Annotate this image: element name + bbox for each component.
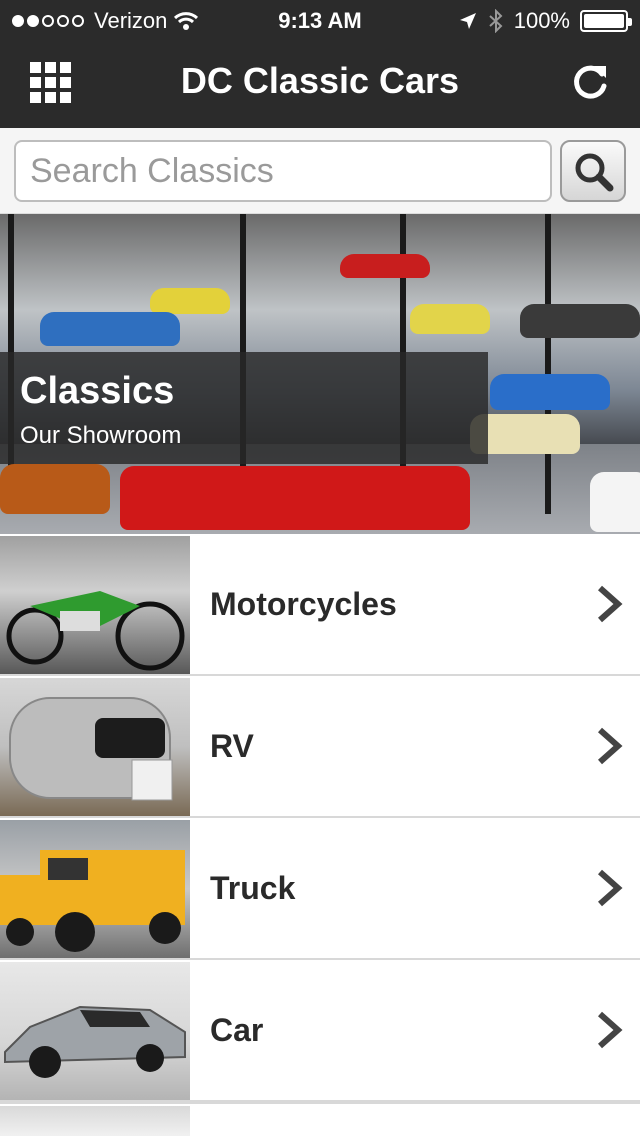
nav-bar: DC Classic Cars	[0, 40, 640, 128]
motorcycle-thumbnail	[0, 536, 190, 674]
chevron-right-icon	[598, 869, 623, 907]
banner-caption: Classics Our Showroom	[0, 352, 488, 464]
search-bar	[0, 128, 640, 214]
banner-subtitle: Our Showroom	[20, 422, 182, 449]
banner-car	[590, 472, 640, 532]
header: Verizon 9:13 AM 100% DC Classic Cars	[0, 0, 640, 128]
banner-car	[340, 254, 430, 278]
banner-car	[520, 304, 640, 338]
search-icon	[575, 153, 614, 192]
list-item-label: RV	[210, 728, 254, 764]
rv-image	[9, 697, 173, 801]
battery-icon	[580, 10, 632, 32]
list-item-label: Car	[210, 1012, 264, 1048]
refresh-icon[interactable]	[568, 60, 612, 104]
chevron-right-icon	[598, 585, 623, 623]
banner-car	[150, 288, 230, 314]
rv-thumbnail	[0, 678, 190, 816]
list-item-label: Motorcycles	[210, 586, 397, 622]
motorcycle-image	[6, 591, 185, 671]
bluetooth-icon	[489, 9, 503, 33]
chevron-right-icon	[598, 727, 623, 765]
status-right: 100%	[458, 8, 632, 34]
list-item-label: Truck	[210, 870, 296, 906]
banner-car	[490, 374, 610, 410]
banner-car	[120, 466, 470, 530]
banner-car	[40, 312, 180, 346]
battery-percent: 100%	[513, 8, 570, 33]
truck-thumbnail	[0, 820, 190, 958]
status-bar: Verizon 9:13 AM 100%	[0, 0, 640, 40]
banner-title: Classics	[20, 370, 175, 412]
partial-thumbnail	[0, 1106, 190, 1136]
list-item-motorcycles[interactable]: Motorcycles	[0, 534, 640, 676]
banner-car	[0, 464, 110, 514]
banner-car	[410, 304, 490, 334]
search-input[interactable]	[14, 140, 552, 202]
banner-pillar	[545, 214, 551, 514]
list-item-partial[interactable]	[0, 1102, 640, 1136]
list-item-truck[interactable]: Truck	[0, 818, 640, 960]
location-icon	[459, 13, 476, 29]
car-image	[4, 1005, 186, 1078]
showroom-banner[interactable]: Classics Our Showroom	[0, 214, 640, 534]
list-item-rv[interactable]: RV	[0, 676, 640, 818]
list-item-car[interactable]: Car	[0, 960, 640, 1102]
search-button[interactable]	[560, 140, 626, 202]
car-thumbnail	[0, 962, 190, 1100]
chevron-right-icon	[598, 1011, 623, 1049]
category-list: Motorcycles RV Truck Car	[0, 534, 640, 1102]
page-title: DC Classic Cars	[180, 60, 460, 101]
truck-image	[0, 850, 185, 952]
